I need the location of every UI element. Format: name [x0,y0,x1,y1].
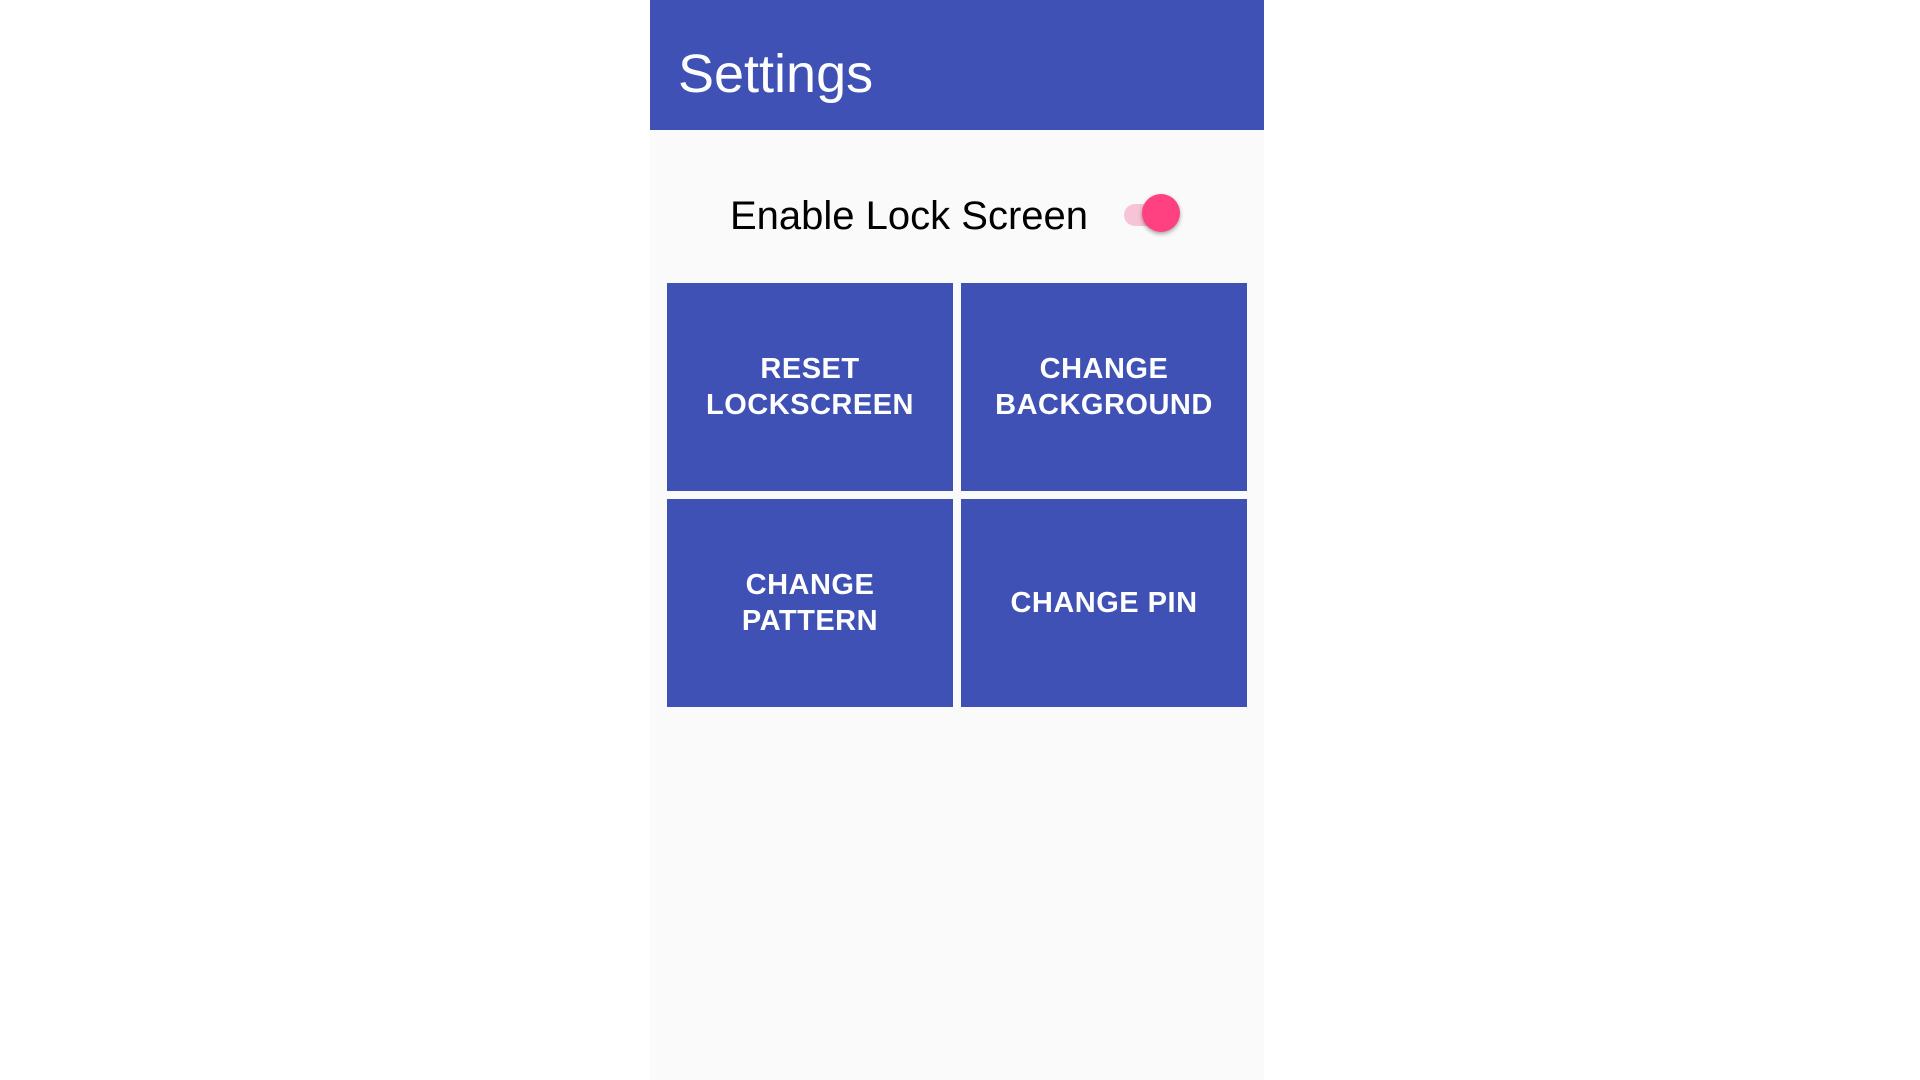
settings-button-grid: RESET LOCKSCREEN CHANGE BACKGROUND CHANG… [667,283,1247,707]
change-background-label: CHANGE BACKGROUND [995,353,1213,421]
lock-screen-toggle[interactable] [1122,194,1180,236]
page-title: Settings [678,44,874,104]
lock-screen-label: Enable Lock Screen [730,194,1089,238]
change-background-button[interactable]: CHANGE BACKGROUND [961,283,1247,491]
lock-screen-setting-row: Enable Lock Screen [650,180,1264,252]
change-pattern-label: CHANGE PATTERN [741,569,879,637]
reset-lockscreen-button[interactable]: RESET LOCKSCREEN [667,283,953,491]
change-pin-button[interactable]: CHANGE PIN [961,499,1247,707]
change-pin-label: CHANGE PIN [1010,587,1198,619]
change-pattern-button[interactable]: CHANGE PATTERN [667,499,953,707]
toggle-thumb [1142,194,1180,232]
reset-lockscreen-label: RESET LOCKSCREEN [705,353,914,421]
app-screen: Settings Enable Lock Screen RESET LOCKSC… [650,0,1264,1080]
app-bar: Settings [650,0,1264,130]
